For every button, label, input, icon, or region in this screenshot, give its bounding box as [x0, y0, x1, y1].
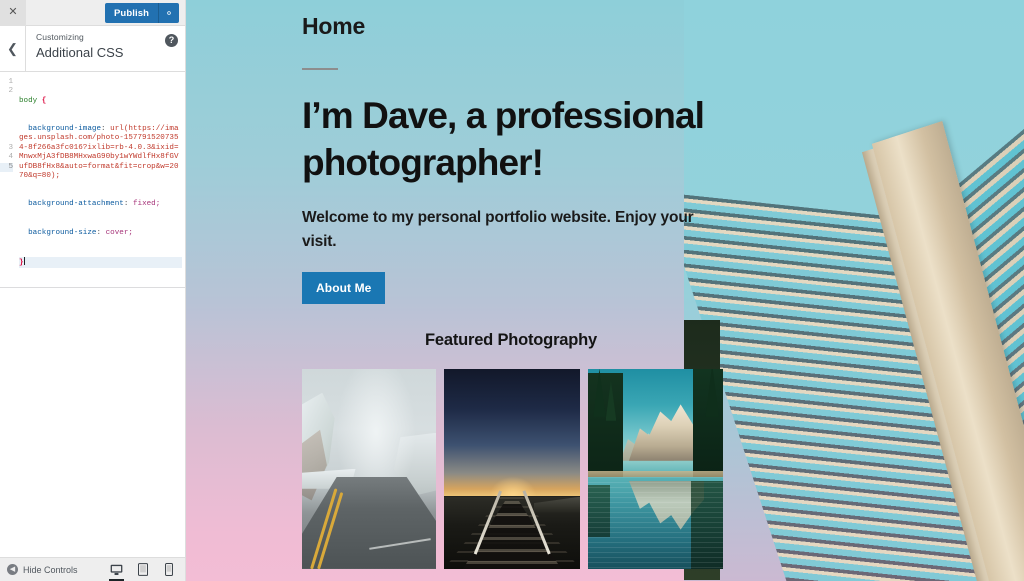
text-caret	[23, 256, 25, 265]
line-number-wrap	[0, 134, 13, 143]
device-preview-switcher	[108, 558, 177, 581]
customizing-eyebrow: Customizing	[36, 32, 84, 42]
line-number: 3	[8, 143, 13, 152]
site-preview-frame[interactable]: Home I’m Dave, a professional photograph…	[186, 0, 1024, 581]
css-colon: :	[96, 228, 102, 237]
featured-photography-heading: Featured Photography	[424, 330, 597, 349]
photo-foggy-winter-road[interactable]	[302, 368, 436, 569]
code-area[interactable]: 1 2 3 4 5 body { background-image: url(h…	[0, 72, 185, 288]
line-number-wrap	[0, 97, 13, 106]
line-number: 1	[8, 78, 13, 86]
customizer-topbar: ✕ Publish	[0, 0, 185, 26]
css-code-editor[interactable]: 1 2 3 4 5 body { background-image: url(h…	[0, 72, 185, 557]
close-customizer-button[interactable]: ✕	[0, 0, 26, 26]
hero-heading: I’m Dave, a professional photographer!	[302, 95, 705, 184]
tablet-icon	[137, 563, 148, 581]
line-number-gutter: 1 2 3 4 5	[0, 78, 17, 287]
photo3-trees-left	[588, 372, 624, 481]
code-line-2[interactable]: background-image: url(https://images.uns…	[19, 125, 182, 181]
featured-photo-gallery	[302, 368, 1024, 569]
publish-settings-button[interactable]	[158, 3, 179, 23]
css-colon: :	[123, 200, 129, 209]
css-property: background-size	[28, 228, 97, 237]
css-property: background-attachment	[28, 200, 124, 209]
photo-mountain-lake[interactable]	[588, 368, 723, 569]
publish-button[interactable]: Publish	[104, 3, 158, 23]
close-icon: ✕	[8, 6, 18, 18]
page-heading: Home	[302, 13, 366, 39]
page-title: Additional CSS	[36, 45, 124, 60]
about-me-button[interactable]: About Me	[302, 271, 386, 304]
gear-icon	[164, 8, 174, 18]
customizer-screen: ✕ Publish ❮ Customizing Additional CSS ?…	[0, 0, 1024, 581]
editor-empty-space[interactable]	[0, 287, 185, 557]
line-number-wrap	[0, 116, 13, 125]
line-number: 4	[8, 153, 13, 162]
code-lines[interactable]: body { background-image: url(https://ima…	[17, 78, 185, 287]
customizer-section-header: ❮ Customizing Additional CSS ?	[0, 26, 185, 72]
section-titles: Customizing Additional CSS	[26, 26, 185, 71]
preview-content: Home I’m Dave, a professional photograph…	[186, 0, 1024, 581]
code-line-3[interactable]: background-attachment: fixed;	[19, 200, 182, 209]
css-value: fixed;	[132, 200, 161, 209]
line-number: 2	[8, 87, 13, 96]
device-mobile-button[interactable]	[160, 559, 177, 581]
chevron-left-icon: ❮	[7, 40, 18, 56]
photo-railroad-sunset[interactable]	[444, 368, 580, 569]
device-tablet-button[interactable]	[134, 559, 151, 581]
css-colon: :	[101, 125, 106, 134]
heading-divider	[302, 68, 338, 70]
photo3-water-ripples	[588, 476, 723, 569]
desktop-icon	[110, 563, 123, 581]
back-button[interactable]: ❮	[0, 26, 26, 71]
code-line-1[interactable]: body {	[19, 97, 182, 106]
line-number: 5	[0, 162, 13, 172]
hide-controls-label: Hide Controls	[23, 564, 78, 575]
mobile-icon	[164, 562, 173, 581]
line-number-wrap	[0, 106, 13, 115]
hide-controls-button[interactable]: ◀ Hide Controls	[7, 564, 78, 575]
hero-subtext: Welcome to my personal portfolio website…	[302, 208, 694, 250]
device-desktop-button[interactable]	[108, 559, 125, 581]
css-selector: body	[19, 96, 38, 105]
css-property: background-image	[28, 125, 102, 134]
customizer-footer: ◀ Hide Controls	[0, 557, 185, 581]
help-icon[interactable]: ?	[165, 34, 178, 47]
css-open-brace: {	[41, 96, 47, 105]
line-number-wrap	[0, 125, 13, 134]
css-value: cover;	[105, 228, 133, 237]
css-url-value: url(https://images.unsplash.com/photo-15…	[19, 125, 179, 181]
code-line-4[interactable]: background-size: cover;	[19, 229, 182, 238]
publish-group: Publish	[104, 3, 179, 23]
code-line-5[interactable]: }	[19, 256, 182, 269]
customizer-panel: ✕ Publish ❮ Customizing Additional CSS ?…	[0, 0, 186, 581]
collapse-arrow-icon: ◀	[7, 564, 18, 575]
